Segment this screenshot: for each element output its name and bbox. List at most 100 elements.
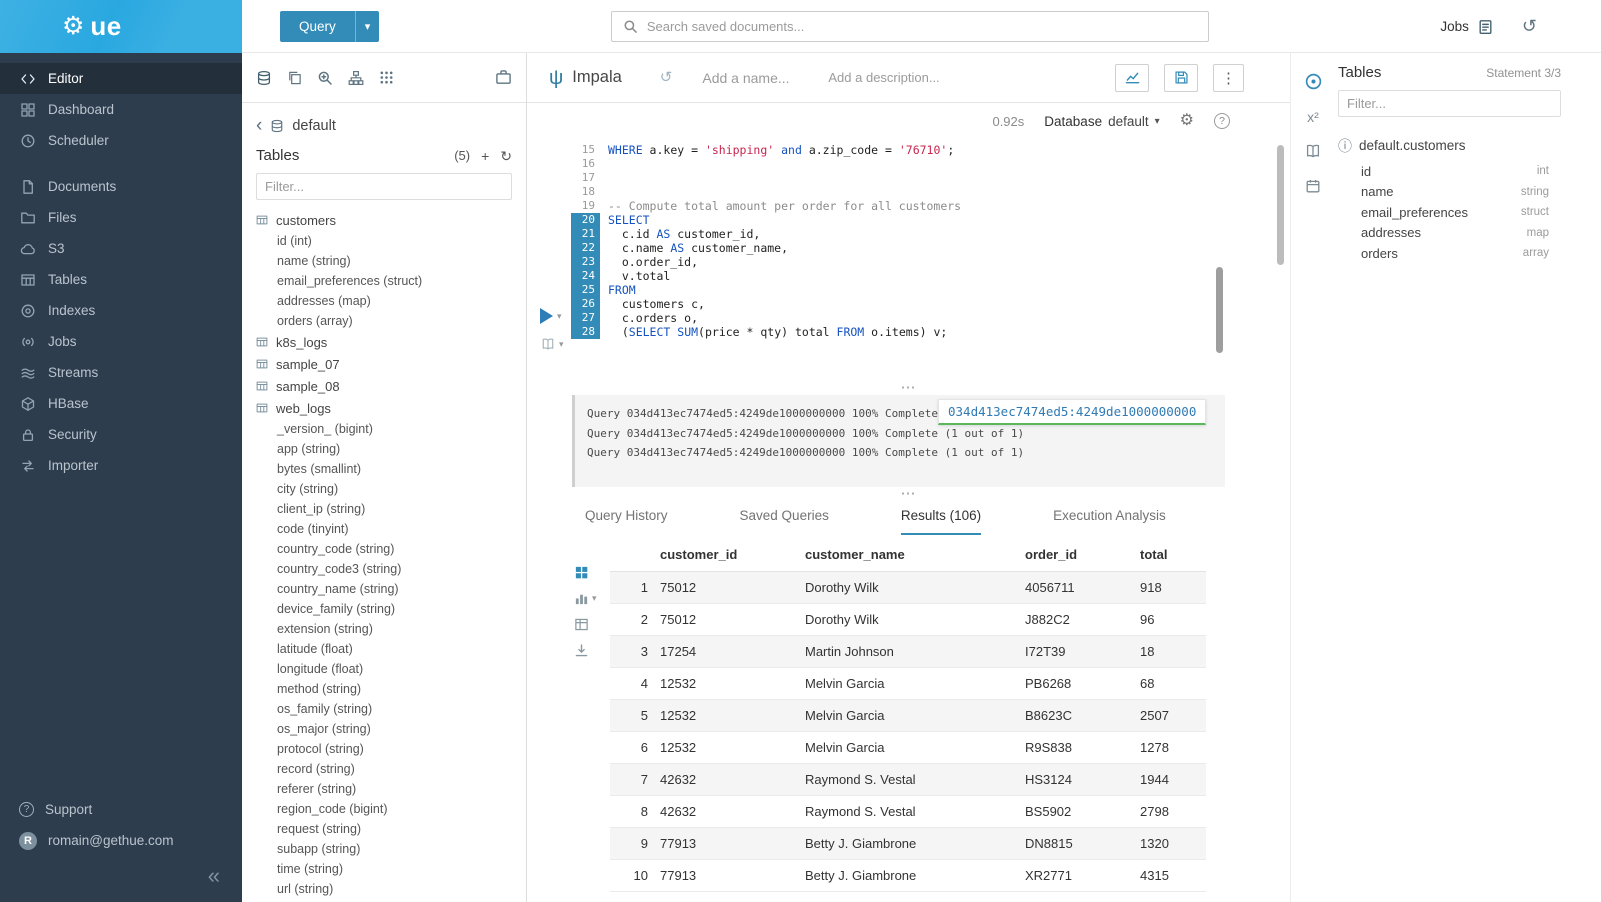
sidebar-item-editor[interactable]: Editor: [0, 63, 242, 94]
collections-briefcase-icon[interactable]: [495, 69, 512, 86]
column-entry[interactable]: latitude (float): [256, 639, 512, 659]
refresh-tables-icon[interactable]: ↻: [500, 149, 512, 163]
table-info-icon[interactable]: ⓘ: [1338, 139, 1352, 153]
tab-query-history[interactable]: Query History: [585, 508, 668, 535]
execute-button[interactable]: ▾: [540, 308, 562, 324]
column-entry[interactable]: subapp (string): [256, 839, 512, 859]
grid-view-icon[interactable]: [574, 565, 589, 580]
code-text[interactable]: -- Compute total amount per order for al…: [600, 199, 1290, 213]
current-database-name[interactable]: default: [292, 118, 336, 134]
sidebar-item-streams[interactable]: Streams: [0, 357, 242, 388]
query-name-input[interactable]: [702, 70, 806, 86]
results-column-header[interactable]: customer_id: [660, 535, 805, 572]
collapse-sidebar-icon[interactable]: «: [208, 865, 220, 887]
functions-tab-icon[interactable]: x²: [1307, 110, 1319, 124]
editor-scrollbar-thumb[interactable]: [1216, 267, 1223, 353]
documents-assist-icon[interactable]: [287, 70, 302, 85]
column-entry[interactable]: country_name (string): [256, 579, 512, 599]
apps-grid-icon[interactable]: [379, 70, 394, 85]
results-column-header[interactable]: customer_name: [805, 535, 1025, 572]
code-text[interactable]: c.name AS customer_name,: [600, 241, 1290, 255]
results-column-header[interactable]: total: [1140, 535, 1206, 572]
page-scrollbar-thumb[interactable]: [1277, 145, 1284, 265]
table-entry[interactable]: sample_08: [256, 375, 512, 397]
code-text[interactable]: customers c,: [600, 297, 1290, 311]
tab-results-106[interactable]: Results (106): [901, 508, 981, 535]
column-entry[interactable]: longitude (float): [256, 659, 512, 679]
column-entry[interactable]: record (string): [256, 759, 512, 779]
column-entry[interactable]: time (string): [256, 859, 512, 879]
assist-column-row[interactable]: namestring: [1338, 182, 1561, 203]
snippet-history-icon[interactable]: ↺: [660, 70, 673, 85]
column-entry[interactable]: addresses (map): [256, 291, 512, 311]
code-text[interactable]: (SELECT SUM(price * qty) total FROM o.it…: [600, 325, 1290, 339]
query-history-icon[interactable]: ↺: [1522, 17, 1537, 35]
code-text[interactable]: c.id AS customer_id,: [600, 227, 1290, 241]
sidebar-item-indexes[interactable]: Indexes: [0, 295, 242, 326]
column-entry[interactable]: email_preferences (struct): [256, 271, 512, 291]
user-menu[interactable]: R romain@gethue.com: [0, 825, 242, 856]
sidebar-item-files[interactable]: Files: [0, 202, 242, 233]
code-text[interactable]: [600, 185, 1290, 199]
tables-filter-input[interactable]: [256, 173, 512, 200]
chart-button[interactable]: [1115, 64, 1149, 92]
code-text[interactable]: [600, 157, 1290, 171]
editor-settings-gear-icon[interactable]: ⚙: [1180, 113, 1194, 129]
query-description-input[interactable]: [828, 70, 940, 85]
sidebar-item-documents[interactable]: Documents: [0, 171, 242, 202]
table-entry[interactable]: sample_07: [256, 353, 512, 375]
tab-execution-analysis[interactable]: Execution Analysis: [1053, 508, 1166, 535]
column-entry[interactable]: app (string): [256, 439, 512, 459]
column-entry[interactable]: country_code3 (string): [256, 559, 512, 579]
query-id-tooltip[interactable]: 034d413ec7474ed5:4249de1000000000: [938, 399, 1206, 425]
new-query-button[interactable]: Query ▾: [280, 11, 379, 42]
sitemap-icon[interactable]: [348, 70, 364, 86]
jobs-link[interactable]: Jobs: [1440, 18, 1494, 35]
download-results-icon[interactable]: [574, 643, 589, 658]
assistant-tab-icon[interactable]: [1304, 72, 1323, 91]
sidebar-item-dashboard[interactable]: Dashboard: [0, 94, 242, 125]
code-text[interactable]: o.order_id,: [600, 255, 1290, 269]
query-dropdown-caret[interactable]: ▾: [356, 11, 380, 42]
assist-column-row[interactable]: addressesmap: [1338, 223, 1561, 244]
schedule-tab-icon[interactable]: [1305, 178, 1321, 194]
column-entry[interactable]: name (string): [256, 251, 512, 271]
columns-view-icon[interactable]: [574, 617, 589, 632]
sidebar-item-s3[interactable]: S3: [0, 233, 242, 264]
chart-view-icon[interactable]: ▾: [574, 591, 597, 606]
code-text[interactable]: SELECT: [600, 213, 1290, 227]
column-entry[interactable]: code (tinyint): [256, 519, 512, 539]
column-entry[interactable]: orders (array): [256, 311, 512, 331]
hue-logo[interactable]: ⚙ ue: [0, 0, 242, 53]
assist-column-row[interactable]: idint: [1338, 161, 1561, 182]
execute-caret-icon[interactable]: ▾: [557, 311, 562, 322]
code-text[interactable]: c.orders o,: [600, 311, 1290, 325]
sidebar-item-importer[interactable]: Importer: [0, 450, 242, 481]
add-table-icon[interactable]: +: [481, 149, 489, 163]
code-text[interactable]: [600, 171, 1290, 185]
sidebar-item-tables[interactable]: Tables: [0, 264, 242, 295]
assist-column-row[interactable]: email_preferencesstruct: [1338, 202, 1561, 223]
column-entry[interactable]: method (string): [256, 679, 512, 699]
code-editor[interactable]: 15WHERE a.key = 'shipping' and a.zip_cod…: [527, 139, 1290, 381]
zoom-icon[interactable]: [317, 70, 333, 86]
language-reference-toggle[interactable]: ▾: [541, 337, 564, 351]
database-selector[interactable]: Database default ▾: [1044, 114, 1159, 129]
column-entry[interactable]: url (string): [256, 879, 512, 899]
assist-column-row[interactable]: ordersarray: [1338, 243, 1561, 264]
sidebar-item-scheduler[interactable]: Scheduler: [0, 125, 242, 156]
back-chevron-icon[interactable]: ‹: [256, 116, 262, 135]
column-entry[interactable]: request (string): [256, 819, 512, 839]
column-entry[interactable]: region_code (bigint): [256, 799, 512, 819]
save-button[interactable]: [1164, 64, 1198, 92]
active-table-entry[interactable]: ⓘ default.customers: [1338, 138, 1561, 153]
column-entry[interactable]: referer (string): [256, 779, 512, 799]
column-entry[interactable]: os_family (string): [256, 699, 512, 719]
new-query-button-label[interactable]: Query: [280, 11, 356, 42]
column-entry[interactable]: device_family (string): [256, 599, 512, 619]
editor-help-icon[interactable]: ?: [1214, 113, 1230, 129]
column-entry[interactable]: id (int): [256, 231, 512, 251]
table-entry[interactable]: k8s_logs: [256, 331, 512, 353]
results-column-header[interactable]: order_id: [1025, 535, 1140, 572]
column-entry[interactable]: client_ip (string): [256, 499, 512, 519]
